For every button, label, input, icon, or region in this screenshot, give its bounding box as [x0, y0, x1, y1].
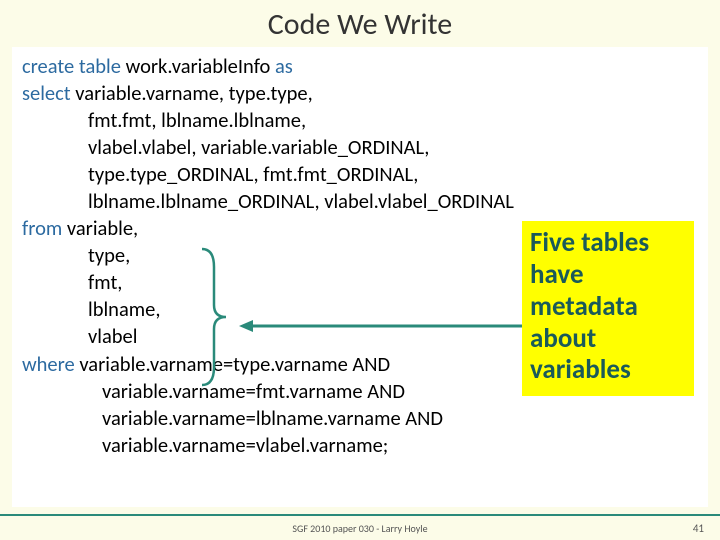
keyword-as: as [275, 53, 293, 79]
code-line: create table work.variableInfo as [22, 53, 698, 80]
code-text: work.variableInfo [126, 53, 275, 79]
callout-box: Five tables have metadata about variable… [522, 221, 694, 396]
code-text: variable.varname, type.type, [75, 80, 312, 106]
keyword-where: where [22, 351, 79, 377]
code-line: vlabel.vlabel, variable.variable_ORDINAL… [22, 134, 698, 161]
page-number: 41 [693, 522, 704, 535]
code-line: fmt.fmt, lblname.lblname, [22, 107, 698, 134]
code-line: type.type_ORDINAL, fmt.fmt_ORDINAL, [22, 161, 698, 188]
keyword-create: create table [22, 53, 126, 79]
code-text: variable.varname=type.varname AND [79, 351, 390, 377]
slide-title: Code We Write [0, 0, 720, 47]
content-area: create table work.variableInfo as select… [12, 47, 708, 507]
code-line: select variable.varname, type.type, [22, 80, 698, 107]
footer-text: SGF 2010 paper 030 - Larry Hoyle [292, 522, 427, 535]
code-line: variable.varname=vlabel.varname; [22, 432, 698, 459]
keyword-select: select [22, 80, 75, 106]
code-line: lblname.lblname_ORDINAL, vlabel.vlabel_O… [22, 188, 698, 215]
footer-bar: SGF 2010 paper 030 - Larry Hoyle 41 [0, 514, 720, 540]
keyword-from: from [22, 215, 67, 241]
code-line: variable.varname=lblname.varname AND [22, 405, 698, 432]
code-text: variable, [67, 215, 138, 241]
